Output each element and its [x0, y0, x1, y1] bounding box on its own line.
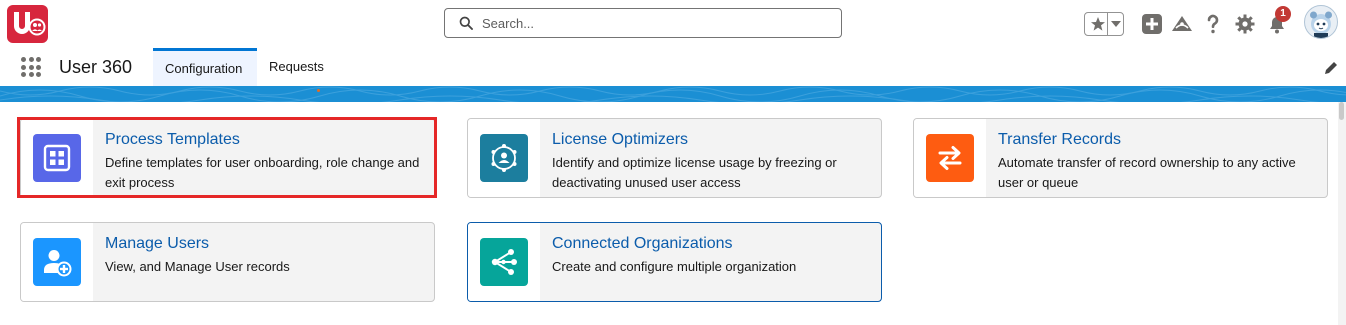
card-connected-organizations[interactable]: Connected Organizations Create and confi… [467, 222, 882, 302]
chevron-down-icon[interactable] [1111, 21, 1121, 28]
card-icon-cell [21, 119, 93, 197]
search-input[interactable] [482, 13, 822, 33]
card-description: View, and Manage User records [105, 259, 290, 274]
card-transfer-records[interactable]: Transfer Records Automate transfer of re… [913, 118, 1328, 198]
astro-avatar-icon [1310, 11, 1332, 38]
u360-logo[interactable] [7, 5, 48, 43]
trailhead-icon[interactable] [1170, 12, 1194, 36]
transfer-arrows-icon [926, 134, 974, 182]
gear-icon[interactable] [1233, 12, 1257, 36]
card-manage-users[interactable]: Manage Users View, and Manage User recor… [20, 222, 435, 302]
favorites-divider [1107, 13, 1108, 35]
card-icon-cell [914, 119, 986, 197]
app-name: User 360 [59, 57, 133, 77]
card-description: Identify and optimize license usage by f… [552, 155, 837, 190]
banner-marker [317, 89, 320, 92]
app-launcher-icon[interactable] [21, 57, 41, 77]
help-icon[interactable] [1201, 12, 1225, 36]
card-process-templates[interactable]: Process Templates Define templates for u… [20, 118, 435, 198]
avatar[interactable] [1304, 5, 1338, 39]
connected-orgs-icon [480, 238, 528, 286]
notification-count-badge: 1 [1275, 6, 1291, 22]
scrollbar-thumb[interactable] [1339, 102, 1344, 120]
license-optimizer-icon [480, 134, 528, 182]
global-search[interactable] [444, 8, 842, 38]
tab-requests[interactable]: Requests [257, 48, 333, 86]
card-icon-cell [468, 223, 540, 301]
card-license-optimizers[interactable]: License Optimizers Identify and optimize… [467, 118, 882, 198]
scrollbar[interactable] [1338, 102, 1346, 325]
card-title[interactable]: Connected Organizations [552, 235, 733, 253]
favorites-button[interactable] [1084, 12, 1124, 36]
grid-icon [33, 134, 81, 182]
header-banner [0, 86, 1346, 102]
manage-users-icon [33, 238, 81, 286]
search-icon [459, 16, 473, 30]
app-nav-bar: User 360 Configuration Requests [0, 48, 1346, 86]
card-description: Automate transfer of record ownership to… [998, 155, 1296, 190]
add-icon[interactable] [1140, 12, 1164, 36]
edit-nav-pencil-icon[interactable] [1324, 61, 1338, 75]
banner-pattern [0, 86, 1346, 102]
card-title[interactable]: License Optimizers [552, 131, 688, 149]
tab-configuration[interactable]: Configuration [153, 48, 257, 86]
card-description: Create and configure multiple organizati… [552, 259, 797, 274]
card-icon-cell [468, 119, 540, 197]
card-icon-cell [21, 223, 93, 301]
card-title[interactable]: Transfer Records [998, 131, 1121, 149]
star-icon [1091, 17, 1105, 31]
card-description: Define templates for user onboarding, ro… [105, 155, 420, 190]
card-title[interactable]: Manage Users [105, 235, 209, 253]
global-header: 1 [0, 0, 1346, 48]
card-title[interactable]: Process Templates [105, 131, 240, 149]
